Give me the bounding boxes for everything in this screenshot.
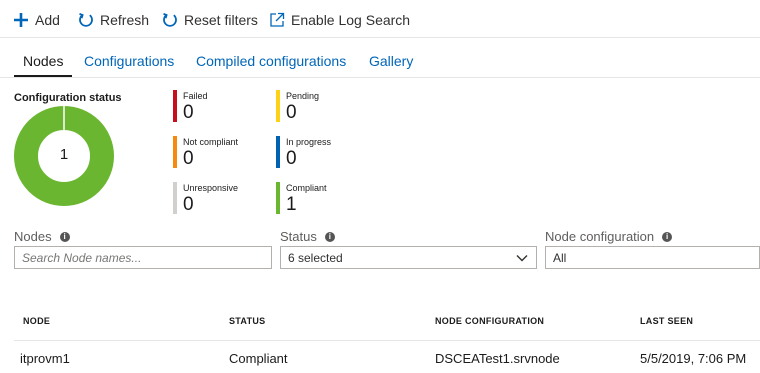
column-header-node-configuration[interactable]: NODE CONFIGURATION xyxy=(435,316,544,326)
command-bar: Add Refresh Reset filters Enable Log Sea… xyxy=(0,0,760,38)
plus-icon xyxy=(14,13,28,27)
status-filter-label: Status i xyxy=(280,229,335,244)
enable-log-search-label: Enable Log Search xyxy=(291,12,411,28)
status-dropdown[interactable]: 6 selected xyxy=(280,246,537,269)
column-header-status[interactable]: STATUS xyxy=(229,316,265,326)
cell-node[interactable]: itprovm1 xyxy=(20,351,70,366)
stat-compliant-label: Compliant xyxy=(286,183,327,193)
stat-not-compliant-bar xyxy=(173,136,177,168)
cell-last-seen: 5/5/2019, 7:06 PM xyxy=(640,351,747,366)
nodes-filter-label: Nodes i xyxy=(14,229,70,244)
stat-pending-label: Pending xyxy=(286,91,320,101)
stat-pending-bar xyxy=(276,90,280,122)
stat-compliant-bar xyxy=(276,182,280,214)
info-icon[interactable]: i xyxy=(59,231,70,242)
node-configuration-filter-label: Node configuration i xyxy=(545,229,673,244)
refresh-button[interactable]: Refresh xyxy=(78,10,149,30)
node-configuration-value: All xyxy=(553,250,567,265)
reset-filters-button[interactable]: Reset filters xyxy=(162,10,258,30)
add-button-label: Add xyxy=(35,12,60,28)
node-configuration-filter-label-text: Node configuration xyxy=(545,229,655,244)
stat-in-progress-value: 0 xyxy=(286,148,297,169)
tab-bar: Nodes Configurations Compiled configurat… xyxy=(0,38,760,78)
tab-gallery[interactable]: Gallery xyxy=(369,53,413,69)
nodes-filter-label-text: Nodes xyxy=(14,229,52,244)
configuration-status-title: Configuration status xyxy=(14,92,122,104)
reset-icon xyxy=(163,12,177,27)
stat-failed-value: 0 xyxy=(183,102,194,123)
stat-not-compliant-label: Not compliant xyxy=(183,137,239,147)
column-header-node[interactable]: NODE xyxy=(23,316,50,326)
tab-compiled-configurations[interactable]: Compiled configurations xyxy=(196,53,346,69)
refresh-icon xyxy=(79,12,93,27)
tab-nodes[interactable]: Nodes xyxy=(23,53,63,69)
stat-failed-label: Failed xyxy=(183,91,208,101)
stat-failed-bar xyxy=(173,90,177,122)
stat-unresponsive-label: Unresponsive xyxy=(183,183,239,193)
external-link-icon xyxy=(270,12,285,27)
tab-configurations[interactable]: Configurations xyxy=(84,53,174,69)
stat-in-progress-label: In progress xyxy=(286,137,332,147)
refresh-button-label: Refresh xyxy=(100,12,150,28)
table-divider xyxy=(14,340,760,341)
node-configuration-dropdown[interactable]: All xyxy=(545,246,760,269)
status-total-count: 1 xyxy=(59,146,69,163)
enable-log-search-button[interactable]: Enable Log Search xyxy=(269,10,410,30)
column-header-last-seen[interactable]: LAST SEEN xyxy=(640,316,693,326)
reset-filters-label: Reset filters xyxy=(184,12,258,28)
status-filter-label-text: Status xyxy=(280,229,317,244)
active-tab-indicator xyxy=(14,75,72,77)
stat-not-compliant-value: 0 xyxy=(183,148,194,169)
add-button[interactable]: Add xyxy=(13,10,60,30)
search-node-names-input[interactable]: Search Node names... xyxy=(14,246,272,269)
status-dropdown-value: 6 selected xyxy=(288,250,343,265)
stat-unresponsive-value: 0 xyxy=(183,194,194,215)
stat-pending-value: 0 xyxy=(286,102,297,123)
cell-status: Compliant xyxy=(229,351,288,366)
stat-in-progress-bar xyxy=(276,136,280,168)
cell-node-configuration: DSCEATest1.srvnode xyxy=(435,351,560,366)
stat-unresponsive-bar xyxy=(173,182,177,214)
stat-compliant-value: 1 xyxy=(286,194,297,215)
chevron-down-icon xyxy=(516,255,528,262)
info-icon[interactable]: i xyxy=(662,231,673,242)
info-icon[interactable]: i xyxy=(324,231,335,242)
